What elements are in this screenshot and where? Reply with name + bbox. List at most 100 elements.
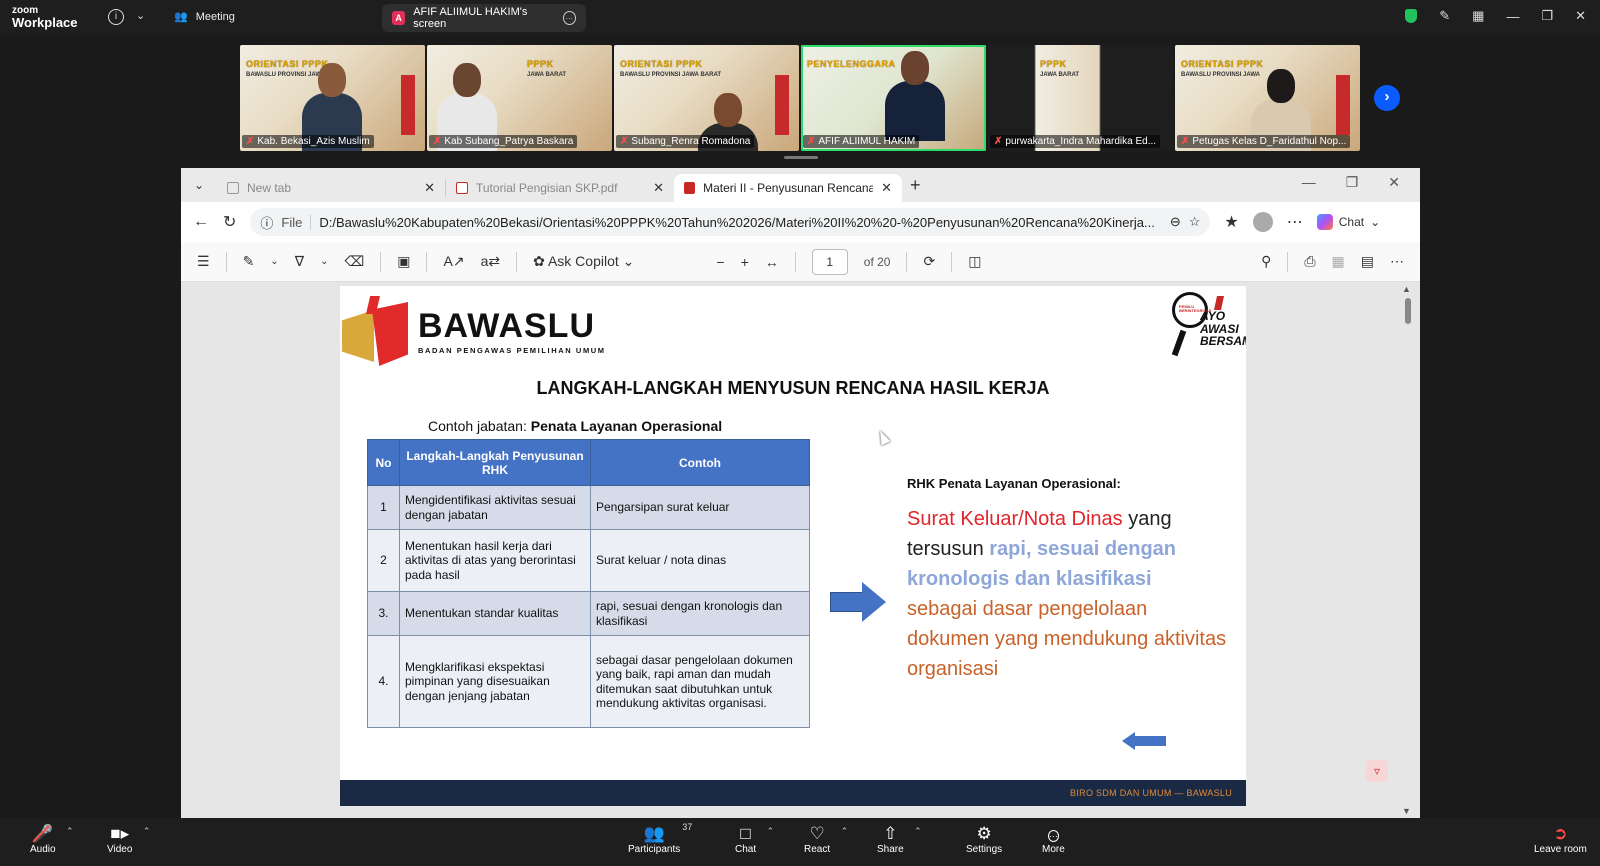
scroll-down-arrow-icon[interactable]: ▼ — [1402, 806, 1411, 816]
scroll-up-arrow-icon[interactable]: ▲ — [1402, 284, 1411, 294]
gallery-resize-handle[interactable] — [784, 156, 818, 159]
favorites-icon[interactable]: ★ — [1224, 212, 1238, 232]
fit-width-icon[interactable]: ↔ — [765, 254, 779, 270]
pdf-viewer-canvas[interactable]: BAWASLU BADAN PENGAWAS PEMILIHAN UMUM PE… — [181, 282, 1420, 818]
close-icon[interactable]: ✕ — [1575, 8, 1586, 24]
back-arrow-icon[interactable]: ← — [193, 213, 209, 231]
save-icon[interactable]: ▦ — [1332, 253, 1345, 270]
share-button[interactable]: ⇧ Share ⌃ — [877, 824, 922, 855]
participant-tile[interactable]: ORIENTASI PPPK BAWASLU PROVINSI JAWA BAR… — [614, 45, 799, 151]
participant-tile[interactable]: PPPK JAWA BARAT ✗ purwakarta_Indra Mahard… — [988, 45, 1173, 151]
audio-label: Audio — [30, 844, 56, 855]
participant-tile[interactable]: ORIENTASI PPPK BAWASLU PROVINSI JAWA ✗ Ka… — [240, 45, 425, 151]
participants-button[interactable]: 👥 37 Participants — [628, 822, 692, 855]
security-shield-icon[interactable] — [1405, 9, 1418, 23]
meeting-menu[interactable]: 👥 Meeting — [174, 10, 235, 24]
text-box-icon[interactable]: ▣ — [397, 253, 410, 270]
logo-workplace-text: Workplace — [12, 15, 78, 30]
chevron-down-icon[interactable]: ⌄ — [270, 256, 278, 267]
tab-new-tab[interactable]: New tab ✕ — [217, 174, 445, 202]
draw-icon[interactable]: ∇ — [295, 253, 304, 270]
participants-label: Participants — [628, 844, 681, 855]
toolbar-divider — [225, 251, 227, 272]
tab-tutorial-pdf[interactable]: Tutorial Pengisian SKP.pdf ✕ — [446, 174, 674, 202]
muted-mic-icon: ✗ — [433, 136, 442, 147]
tab-close-icon[interactable]: ✕ — [424, 180, 435, 196]
save-as-icon[interactable]: ▤ — [1361, 253, 1374, 270]
page-number-input[interactable]: 1 — [811, 248, 848, 275]
print-icon[interactable]: ⎙ — [1304, 253, 1315, 270]
contents-list-icon[interactable]: ☰ — [197, 253, 210, 270]
scrollbar-thumb[interactable] — [1405, 298, 1411, 324]
chevron-down-icon[interactable]: ⌄ — [320, 256, 328, 267]
zoom-in-plus-icon[interactable]: + — [741, 254, 749, 270]
new-tab-plus-icon[interactable]: + — [910, 175, 921, 196]
translate-icon[interactable]: a⇄ — [481, 253, 501, 270]
caret-up-icon[interactable]: ⌃ — [841, 826, 849, 837]
restore-icon[interactable]: ❐ — [1346, 174, 1359, 191]
minimize-icon[interactable]: — — [1302, 174, 1316, 191]
pdf-scrollbar[interactable]: ▲ ▼ — [1402, 284, 1412, 816]
settings-button[interactable]: ⚙ Settings — [966, 824, 1002, 855]
more-menu-icon[interactable]: ⋯ — [1287, 212, 1303, 232]
annotate-icon[interactable]: ✎ — [1439, 8, 1450, 24]
url-text: D:/Bawaslu%20Kabupaten%20Bekasi/Orientas… — [319, 214, 1155, 230]
search-icon[interactable]: ⚲ — [1261, 253, 1271, 270]
page-view-icon[interactable]: ◫ — [968, 253, 981, 270]
tab-materi-ii-pdf[interactable]: Materi II - Penyusunan Rencana Ki ✕ — [674, 174, 902, 202]
ayo-awasi-bersama-logo: PEMILU BERINTEGRITAS AYOAWASIBERSAMA — [1171, 292, 1246, 358]
tile-banner-text: ORIENTASI PPPK — [620, 59, 703, 69]
favorite-star-icon[interactable]: ☆ — [1189, 214, 1201, 230]
copilot-chat-button[interactable]: Chat ⌄ — [1316, 214, 1381, 230]
minimize-icon[interactable]: — — [1506, 9, 1519, 24]
gallery-next-button[interactable]: › — [1374, 85, 1400, 111]
meeting-info-icon[interactable]: i — [108, 9, 124, 25]
rhk-output: Surat Keluar/Nota Dinas — [907, 508, 1123, 530]
participant-tile[interactable]: ORIENTASI PPPK BAWASLU PROVINSI JAWA ✗ Pe… — [1175, 45, 1360, 151]
tile-banner-sub: JAWA BARAT — [1040, 72, 1079, 78]
sharer-avatar: A — [392, 11, 406, 25]
ask-copilot-button[interactable]: ✿ Ask Copilot ⌄ — [533, 253, 634, 270]
pdf-app-icon[interactable]: ▿ — [1366, 760, 1388, 782]
chevron-down-icon: ⌄ — [1370, 215, 1381, 229]
tab-close-icon[interactable]: ✕ — [653, 180, 664, 196]
screen-share-indicator[interactable]: A AFIF ALIIMUL HAKIM's screen … — [382, 4, 586, 32]
read-aloud-icon[interactable]: A↗ — [443, 253, 464, 270]
leave-room-button[interactable]: ➲ Leave room — [1534, 824, 1587, 855]
profile-avatar[interactable] — [1252, 212, 1273, 232]
tab-close-icon[interactable]: ✕ — [881, 180, 892, 196]
close-icon[interactable]: ✕ — [1388, 174, 1400, 191]
react-button[interactable]: ♡ React ⌃ — [804, 824, 848, 855]
chevron-down-icon[interactable]: ⌄ — [136, 9, 145, 22]
eraser-icon[interactable]: ⌫ — [344, 253, 364, 270]
highlight-icon[interactable]: ✎ — [243, 253, 255, 270]
tab-list-chevron-icon[interactable]: ⌄ — [181, 178, 217, 192]
audio-button[interactable]: 🎤 Audio ⌃ — [30, 824, 74, 855]
more-button[interactable]: ⋯ More — [1042, 824, 1065, 855]
muted-mic-icon: ✗ — [994, 136, 1003, 147]
chat-button[interactable]: □ Chat ⌃ — [735, 824, 774, 855]
zoom-out-minus-icon[interactable]: − — [716, 254, 724, 270]
view-layout-icon[interactable]: ▦ — [1472, 8, 1484, 24]
restore-icon[interactable]: ❐ — [1541, 8, 1553, 24]
rhk-statement: Surat Keluar/Nota Dinas yang tersusun ra… — [907, 504, 1227, 684]
leave-door-icon: ➲ — [1553, 824, 1568, 843]
zoom-out-icon[interactable]: ⊖ — [1170, 214, 1181, 230]
tile-banner-sub: JAWA BARAT — [527, 72, 566, 78]
refresh-icon[interactable]: ↻ — [223, 212, 236, 232]
participant-tile[interactable]: PPPK JAWA BARAT ✗ Kab Subang_Patrya Baska… — [427, 45, 612, 151]
info-icon[interactable]: ⓘ — [260, 213, 273, 232]
caret-up-icon[interactable]: ⌃ — [143, 826, 151, 837]
rotate-icon[interactable]: ⟳ — [923, 253, 935, 270]
caret-up-icon[interactable]: ⌃ — [767, 826, 775, 837]
url-field[interactable]: ⓘ File D:/Bawaslu%20Kabupaten%20Bekasi/O… — [250, 208, 1211, 236]
more-menu-icon[interactable]: ⋯ — [1390, 253, 1404, 270]
tab-label: New tab — [247, 181, 292, 195]
participant-tile-active-speaker[interactable]: PENYELENGGARA ✗ AFIF ALIIMUL HAKIM — [801, 45, 986, 151]
caret-up-icon[interactable]: ⌃ — [66, 826, 74, 837]
more-options-icon[interactable]: … — [562, 11, 576, 25]
caret-up-icon[interactable]: ⌃ — [914, 826, 922, 837]
tile-banner-text: PPPK — [527, 59, 554, 69]
video-button[interactable]: ■▸ Video ⌃ — [107, 824, 150, 855]
zoom-top-bar: zoom Workplace i ⌄ 👥 Meeting A AFIF ALII… — [0, 0, 1600, 36]
